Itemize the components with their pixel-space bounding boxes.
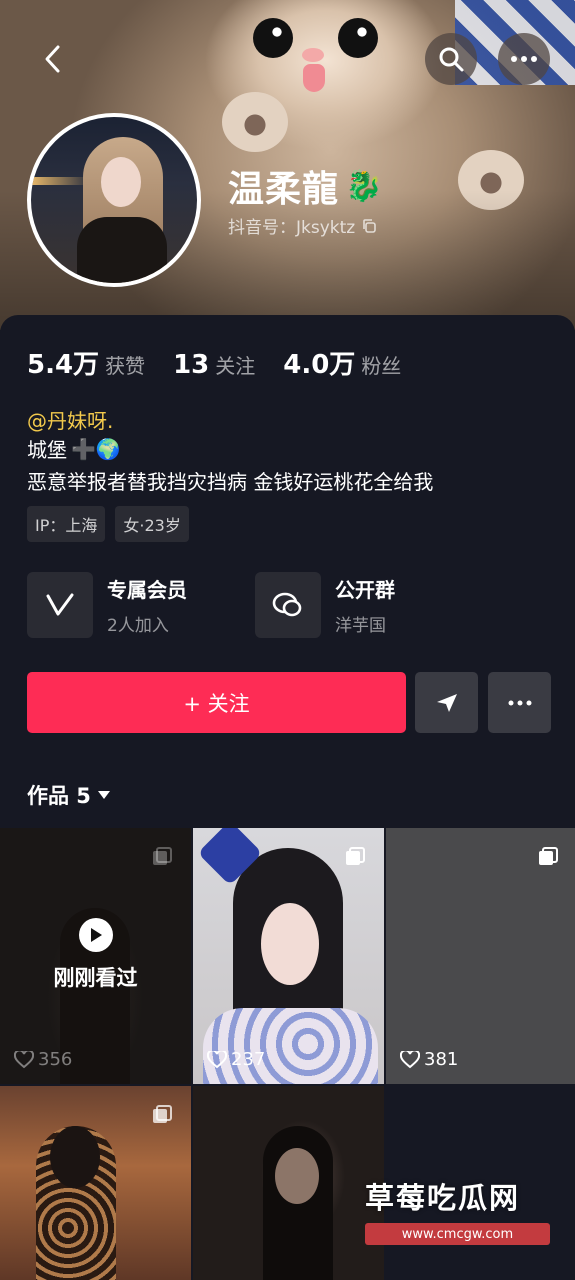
cat-eye-left — [253, 18, 293, 58]
bio-line-1-emoji: ➕🌍 — [71, 436, 121, 461]
stat-label: 关注 — [215, 354, 256, 378]
stat-value: 5.4万 — [27, 350, 100, 380]
works-label: 作品 5 — [27, 784, 91, 808]
profile-tags: IP：上海 女·23岁 — [27, 506, 189, 542]
watermark-url: www.cmcgw.com — [365, 1223, 550, 1245]
public-group-entry[interactable]: 公开群 洋芋国 — [255, 572, 395, 638]
more-button[interactable] — [498, 33, 550, 85]
v-membership-icon — [46, 593, 74, 616]
video-likes: 381 — [400, 1049, 458, 1070]
follow-button[interactable]: + 关注 — [27, 672, 406, 733]
watermark: 草莓吃瓜网 www.cmcgw.com — [365, 1175, 550, 1245]
send-icon — [436, 693, 457, 712]
video-thumbnail[interactable] — [193, 1086, 384, 1280]
video-thumbnail[interactable] — [0, 1086, 191, 1280]
cat-nose — [302, 48, 324, 62]
copy-icon — [363, 218, 377, 233]
chevron-left-icon — [45, 45, 60, 73]
douyin-id[interactable]: 抖音号：Jksyktz — [228, 213, 377, 238]
more-icon — [508, 700, 531, 705]
likes-count: 356 — [38, 1049, 73, 1070]
stat-label: 获赞 — [105, 354, 146, 378]
cat-eye-right — [338, 18, 378, 58]
chat-group-icon — [272, 592, 302, 617]
video-thumbnail[interactable]: 刚刚看过 356 — [0, 828, 191, 1084]
heart-icon — [14, 1050, 34, 1068]
group-title: 公开群 — [335, 578, 395, 602]
recently-watched-label: 刚刚看过 — [53, 966, 138, 990]
recently-watched-overlay: 刚刚看过 — [0, 918, 191, 992]
bio-line-1: 城堡 ➕🌍 — [27, 434, 121, 463]
video-likes: 356 — [14, 1049, 72, 1070]
stat-likes[interactable]: 5.4万 获赞 — [27, 344, 145, 381]
stat-value: 13 — [173, 350, 210, 380]
works-tab[interactable]: 作品 5 — [27, 780, 111, 810]
membership-subtitle: 2人加入 — [107, 616, 169, 636]
group-subtitle: 洋芋国 — [335, 616, 386, 636]
profile-stats: 5.4万 获赞 13 关注 4.0万 粉丝 — [27, 344, 401, 381]
search-button[interactable] — [425, 33, 477, 85]
stat-following[interactable]: 13 关注 — [173, 350, 255, 380]
heart-icon — [207, 1050, 227, 1068]
membership-title: 专属会员 — [107, 578, 187, 602]
multi-image-icon — [153, 847, 172, 865]
more-actions-button[interactable] — [488, 672, 551, 733]
membership-icon-box — [27, 572, 93, 638]
video-thumbnail[interactable]: 381 — [386, 828, 575, 1084]
likes-count: 237 — [231, 1049, 266, 1070]
caret-down-icon — [97, 791, 110, 799]
bio-line-2: 恶意举报者替我挡灾挡病 金钱好运桃花全给我 — [27, 470, 434, 494]
bio-line-1-text: 城堡 — [27, 438, 67, 462]
group-icon-box — [255, 572, 321, 638]
video-thumbnail[interactable]: 237 — [193, 828, 384, 1084]
video-likes: 237 — [207, 1049, 265, 1070]
douyin-id-text: 抖音号：Jksyktz — [228, 218, 356, 238]
play-icon — [78, 918, 113, 952]
exclusive-membership-entry[interactable]: 专属会员 2人加入 — [27, 572, 187, 638]
stat-value: 4.0万 — [283, 350, 356, 380]
cat-paw-left — [222, 92, 288, 152]
multi-image-icon — [153, 1105, 172, 1123]
ip-location-tag: IP：上海 — [27, 506, 106, 542]
heart-icon — [400, 1050, 420, 1068]
likes-count: 381 — [424, 1049, 459, 1070]
more-icon — [511, 56, 537, 62]
back-button[interactable] — [27, 33, 79, 85]
profile-name-text: 温柔龍 — [228, 169, 340, 210]
multi-image-icon — [539, 847, 558, 865]
profile-name: 温柔龍 🐉 — [228, 160, 383, 212]
watermark-title: 草莓吃瓜网 — [365, 1181, 521, 1215]
gender-age-tag: 女·23岁 — [115, 506, 189, 542]
message-button[interactable] — [415, 672, 478, 733]
bio-mention-link[interactable]: @丹妹呀. — [27, 405, 113, 434]
multi-image-icon — [346, 847, 365, 865]
stat-label: 粉丝 — [361, 354, 402, 378]
cat-tongue — [303, 64, 325, 92]
search-icon — [439, 47, 464, 72]
avatar[interactable] — [27, 113, 201, 287]
dragon-emoji: 🐉 — [345, 168, 384, 204]
stat-followers[interactable]: 4.0万 粉丝 — [283, 344, 401, 381]
